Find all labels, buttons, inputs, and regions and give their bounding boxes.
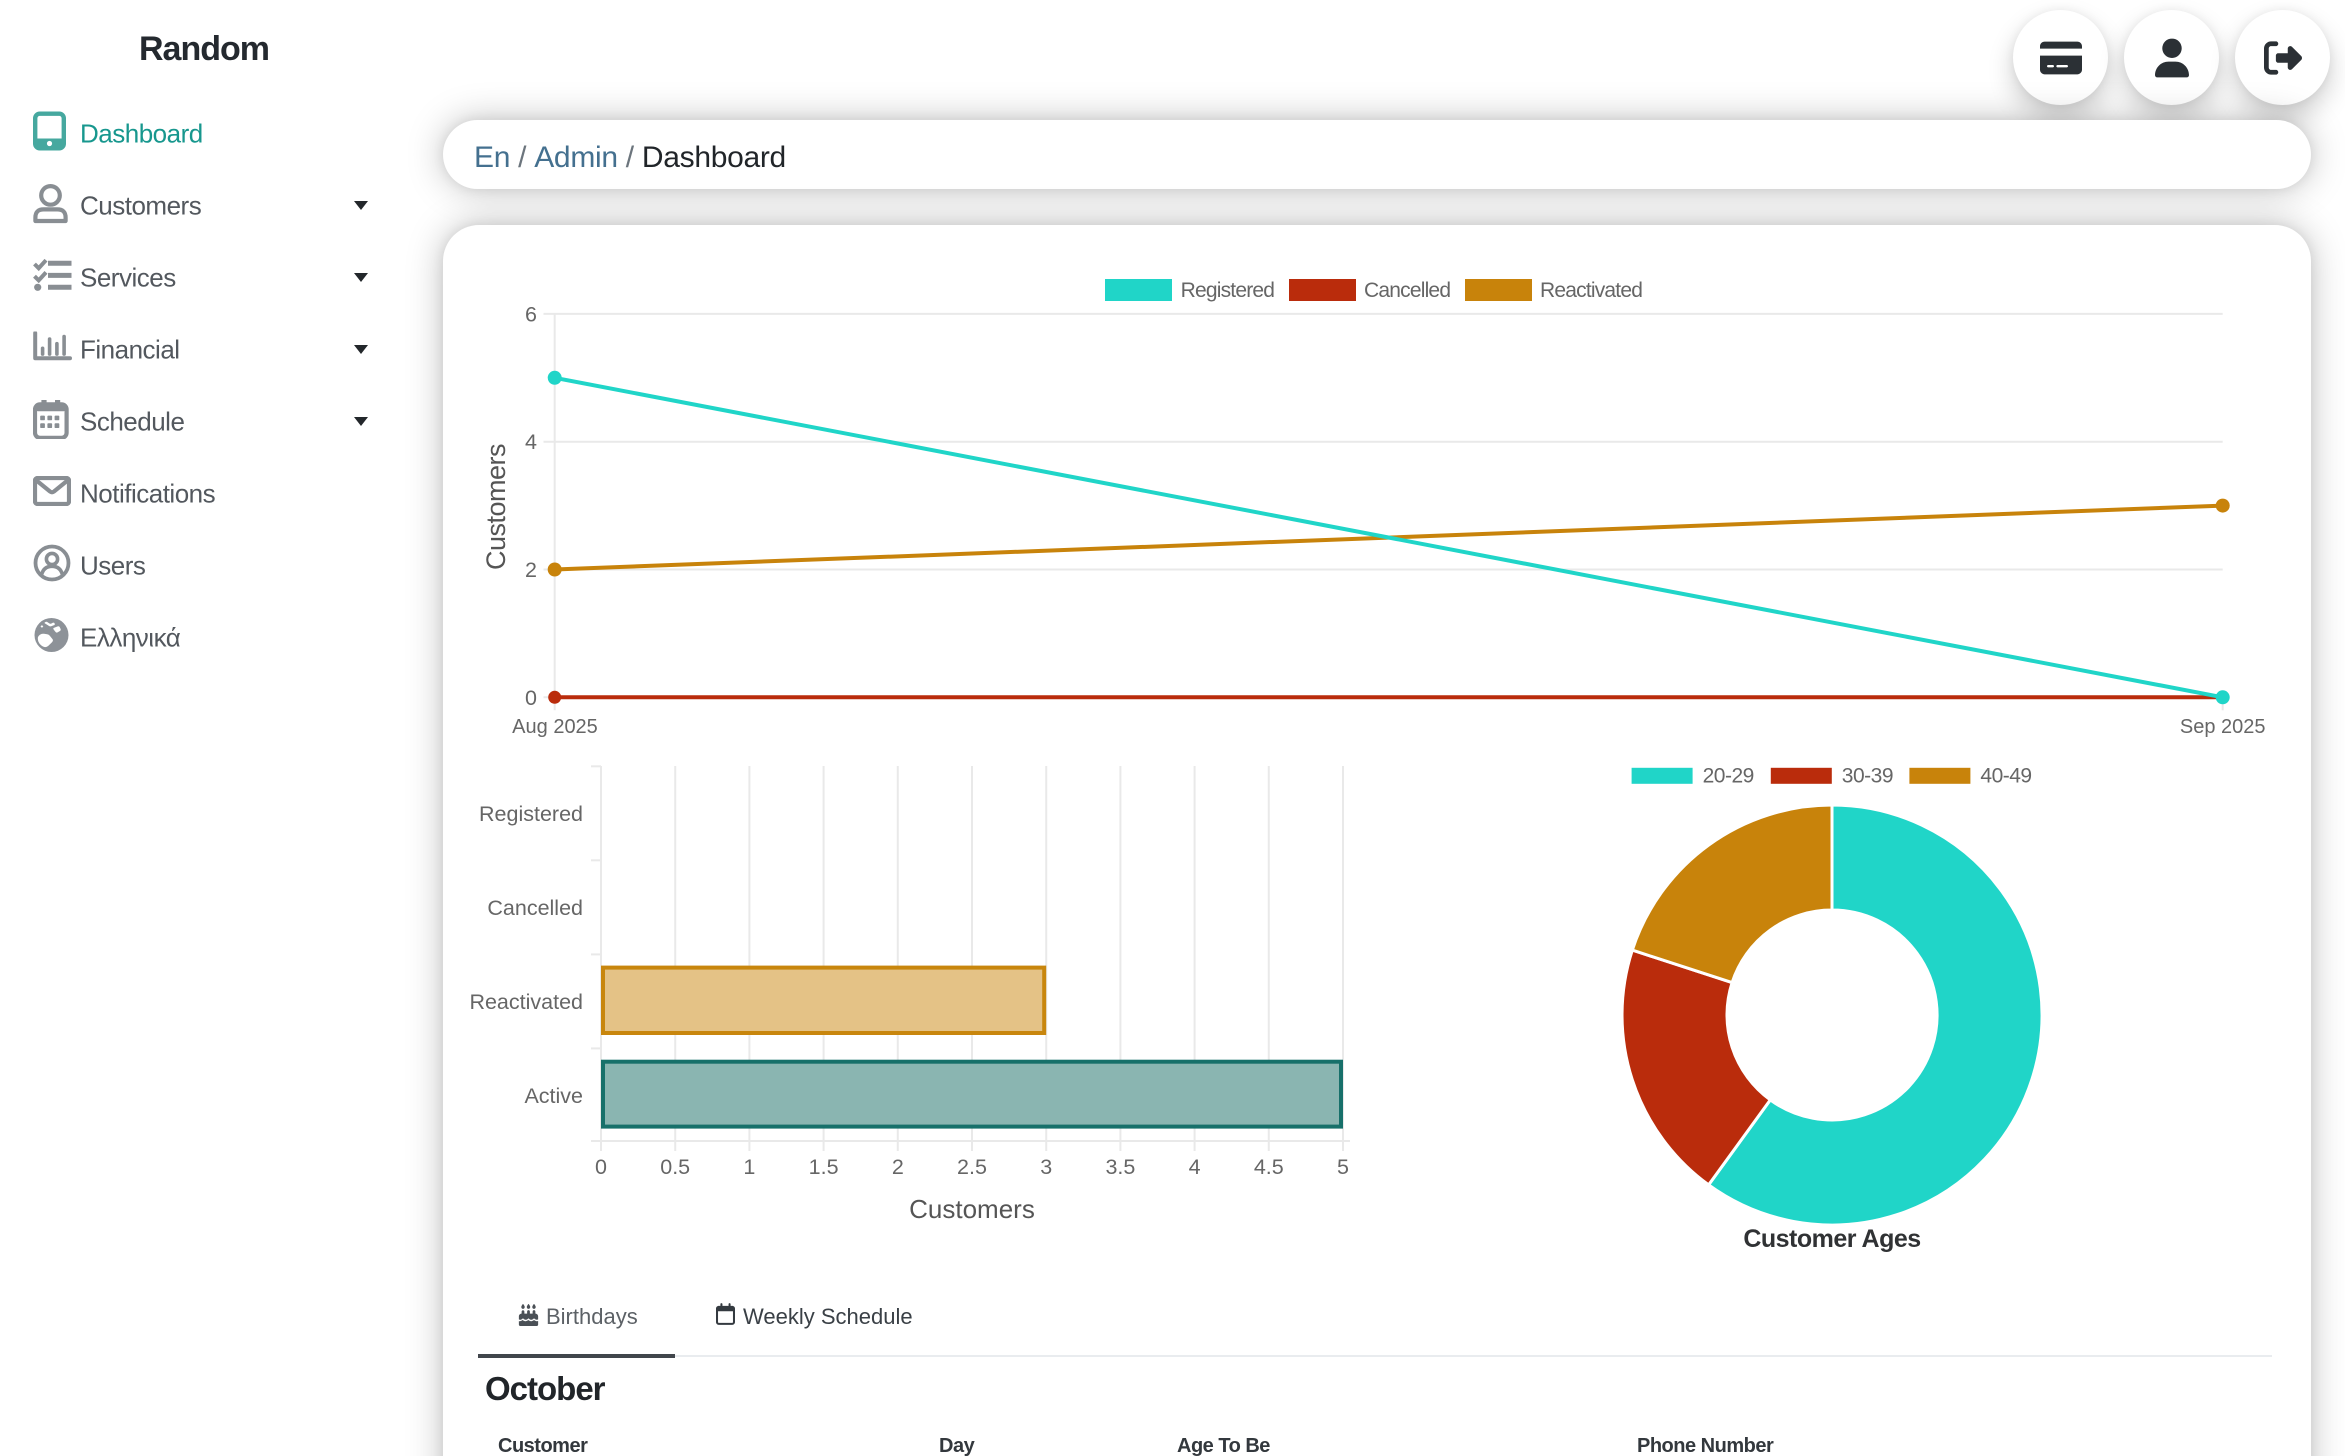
svg-text:Active: Active (524, 1084, 583, 1108)
svg-text:Registered: Registered (1181, 279, 1275, 302)
svg-text:5: 5 (1337, 1155, 1349, 1179)
svg-text:Aug 2025: Aug 2025 (512, 716, 598, 738)
svg-text:2: 2 (892, 1155, 904, 1179)
svg-text:Registered: Registered (479, 802, 583, 826)
svg-text:Customers: Customers (909, 1194, 1035, 1224)
svg-text:2: 2 (525, 558, 537, 582)
svg-text:4: 4 (1189, 1155, 1201, 1179)
svg-text:Cancelled: Cancelled (487, 896, 583, 920)
svg-text:40-49: 40-49 (1980, 765, 2031, 788)
svg-text:Customer Ages: Customer Ages (1743, 1225, 1920, 1253)
svg-text:3.5: 3.5 (1105, 1155, 1135, 1179)
svg-text:20-29: 20-29 (1703, 765, 1754, 788)
svg-text:0.5: 0.5 (660, 1155, 690, 1179)
svg-text:0: 0 (525, 686, 537, 710)
svg-text:Customers: Customers (481, 444, 511, 570)
svg-text:6: 6 (525, 302, 537, 326)
svg-text:Cancelled: Cancelled (1364, 279, 1450, 302)
svg-text:2.5: 2.5 (957, 1155, 987, 1179)
svg-text:Reactivated: Reactivated (1540, 279, 1642, 302)
svg-text:1.5: 1.5 (809, 1155, 839, 1179)
svg-text:4: 4 (525, 430, 537, 454)
svg-text:Reactivated: Reactivated (469, 990, 583, 1014)
svg-text:30-39: 30-39 (1842, 765, 1893, 788)
svg-text:3: 3 (1040, 1155, 1052, 1179)
svg-text:Sep 2025: Sep 2025 (2180, 716, 2266, 738)
svg-text:4.5: 4.5 (1254, 1155, 1284, 1179)
svg-text:0: 0 (595, 1155, 607, 1179)
svg-text:1: 1 (743, 1155, 755, 1179)
